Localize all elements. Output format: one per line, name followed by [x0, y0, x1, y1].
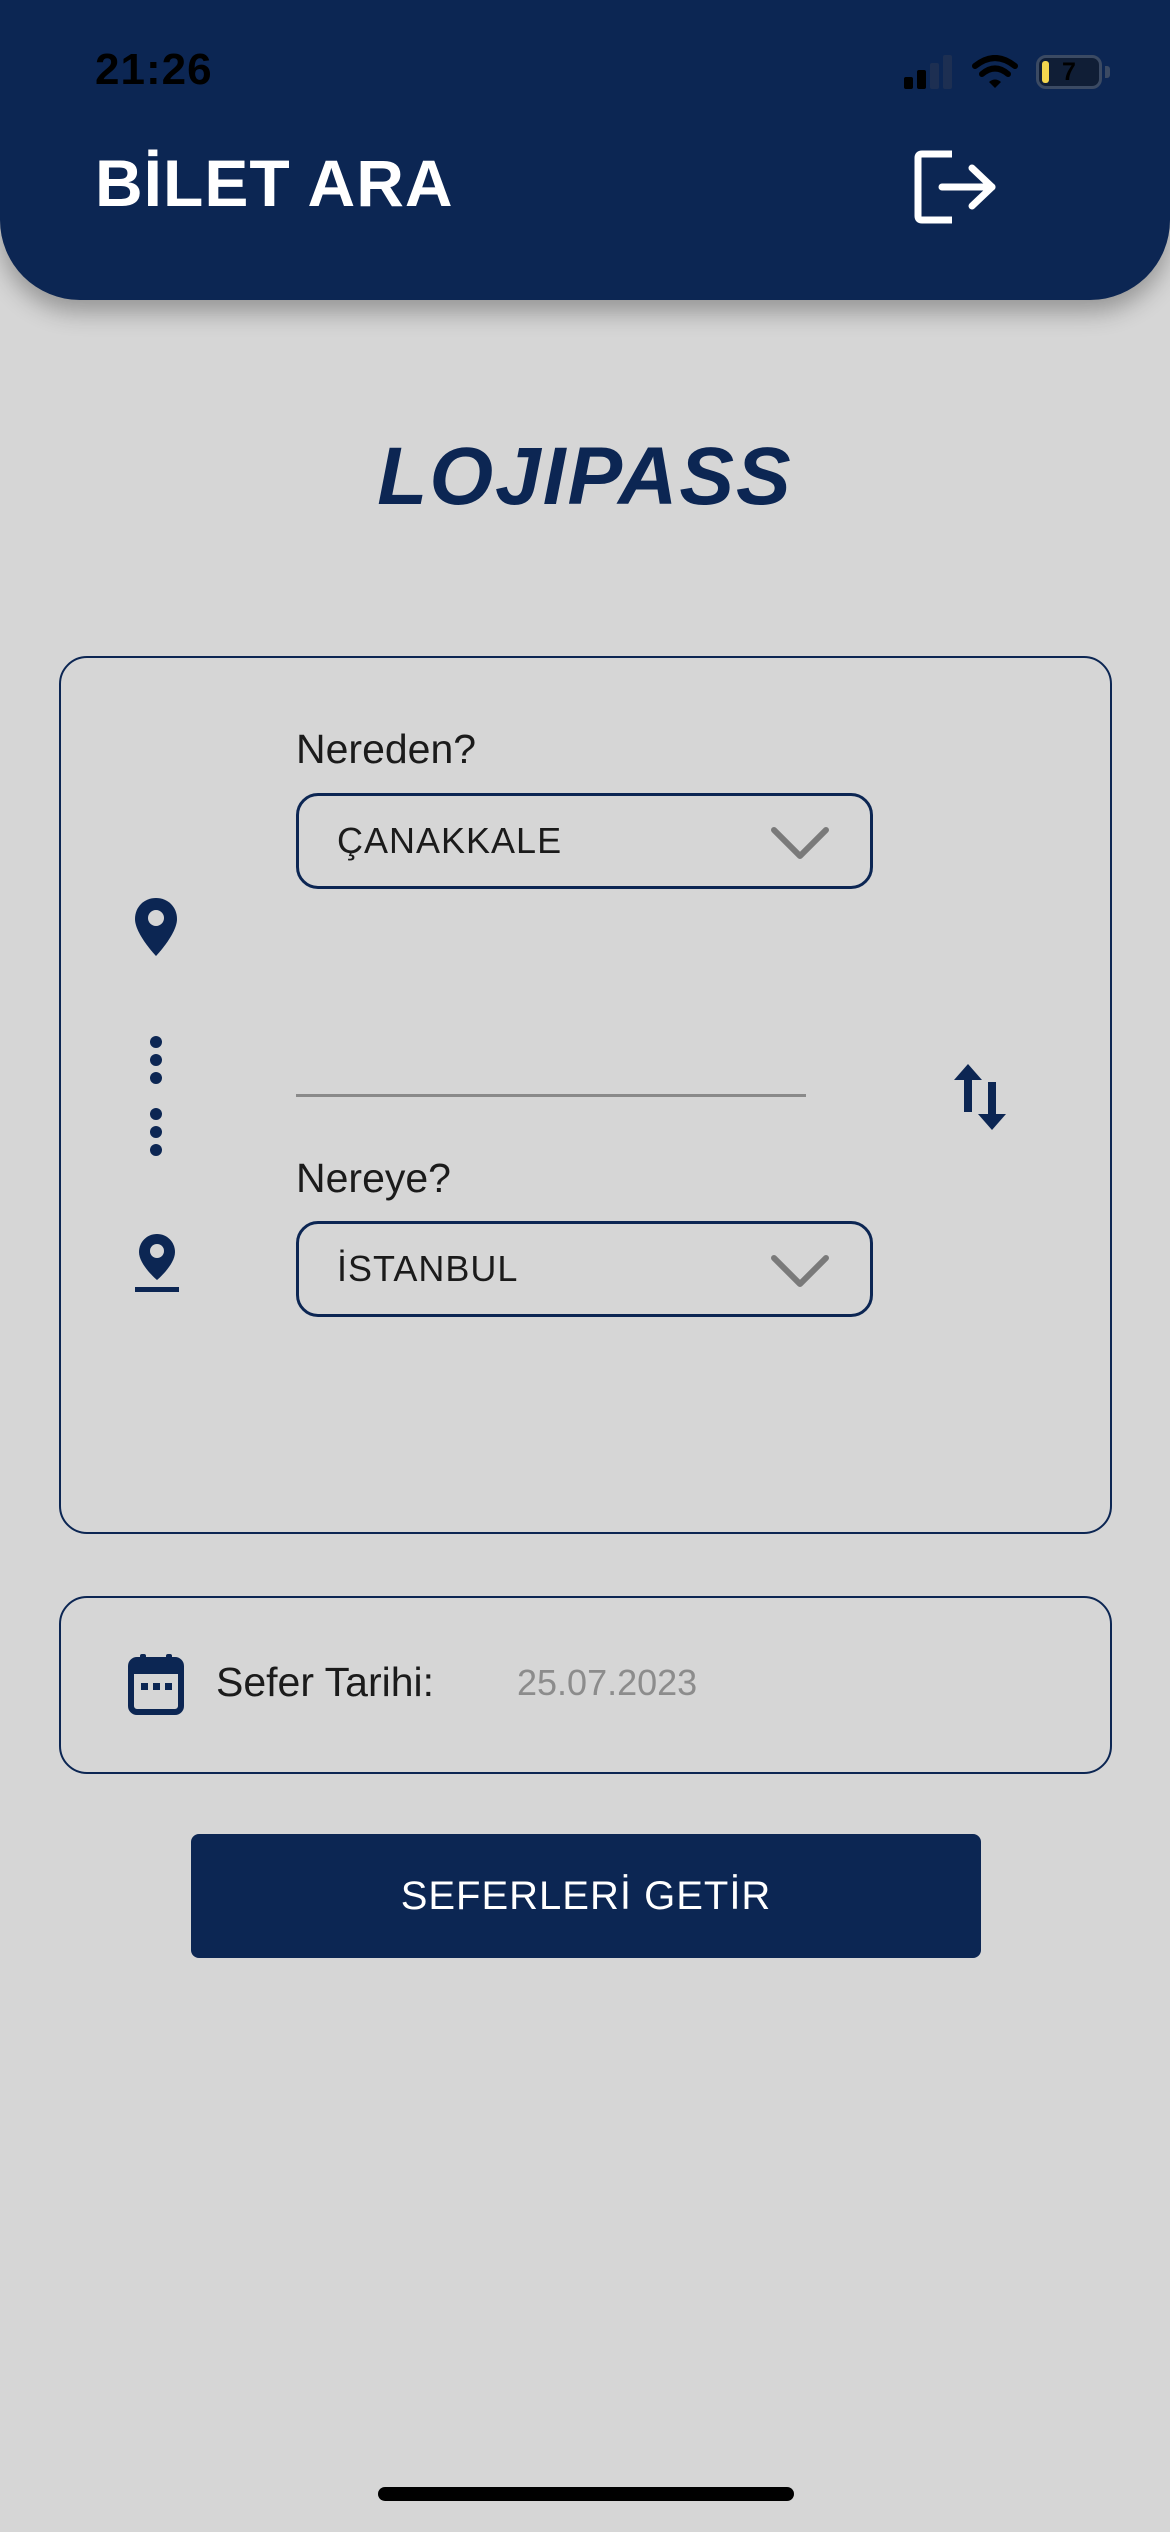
search-trips-button[interactable]: SEFERLERİ GETİR	[191, 1834, 981, 1958]
map-pin-icon	[135, 898, 177, 956]
from-label: Nereden?	[296, 726, 477, 772]
brand-logo-text: LOJIPASS	[377, 431, 793, 522]
dotted-route-icon	[150, 1036, 162, 1156]
from-select[interactable]: ÇANAKKALE	[296, 793, 873, 889]
app-header: 21:26 7 BİLET ARA	[0, 0, 1170, 300]
home-indicator	[378, 2487, 794, 2501]
signal-icon	[904, 55, 952, 89]
to-select-value: İSTANBUL	[337, 1248, 519, 1289]
date-value[interactable]: 25.07.2023	[517, 1662, 697, 1704]
battery-level: 7	[1062, 58, 1076, 86]
status-time: 21:26	[95, 45, 213, 94]
page-title: BİLET ARA	[95, 146, 454, 220]
map-pin-destination-icon	[135, 1234, 179, 1292]
wifi-icon	[972, 55, 1018, 88]
calendar-icon	[128, 1654, 184, 1715]
battery-cap	[1105, 66, 1110, 78]
swap-button[interactable]	[950, 1060, 1010, 1134]
logout-button[interactable]	[912, 148, 1002, 226]
to-select[interactable]: İSTANBUL	[296, 1221, 873, 1317]
chevron-down-icon	[771, 1255, 829, 1287]
status-icons: 7	[904, 50, 1110, 94]
date-label: Sefer Tarihi:	[216, 1659, 435, 1705]
swap-icon	[954, 1064, 1006, 1130]
battery-icon: 7	[1036, 55, 1102, 89]
route-divider	[296, 1094, 806, 1097]
chevron-down-icon	[771, 827, 829, 859]
logout-icon	[914, 150, 996, 224]
from-select-value: ÇANAKKALE	[337, 820, 563, 861]
to-label: Nereye?	[296, 1155, 451, 1201]
